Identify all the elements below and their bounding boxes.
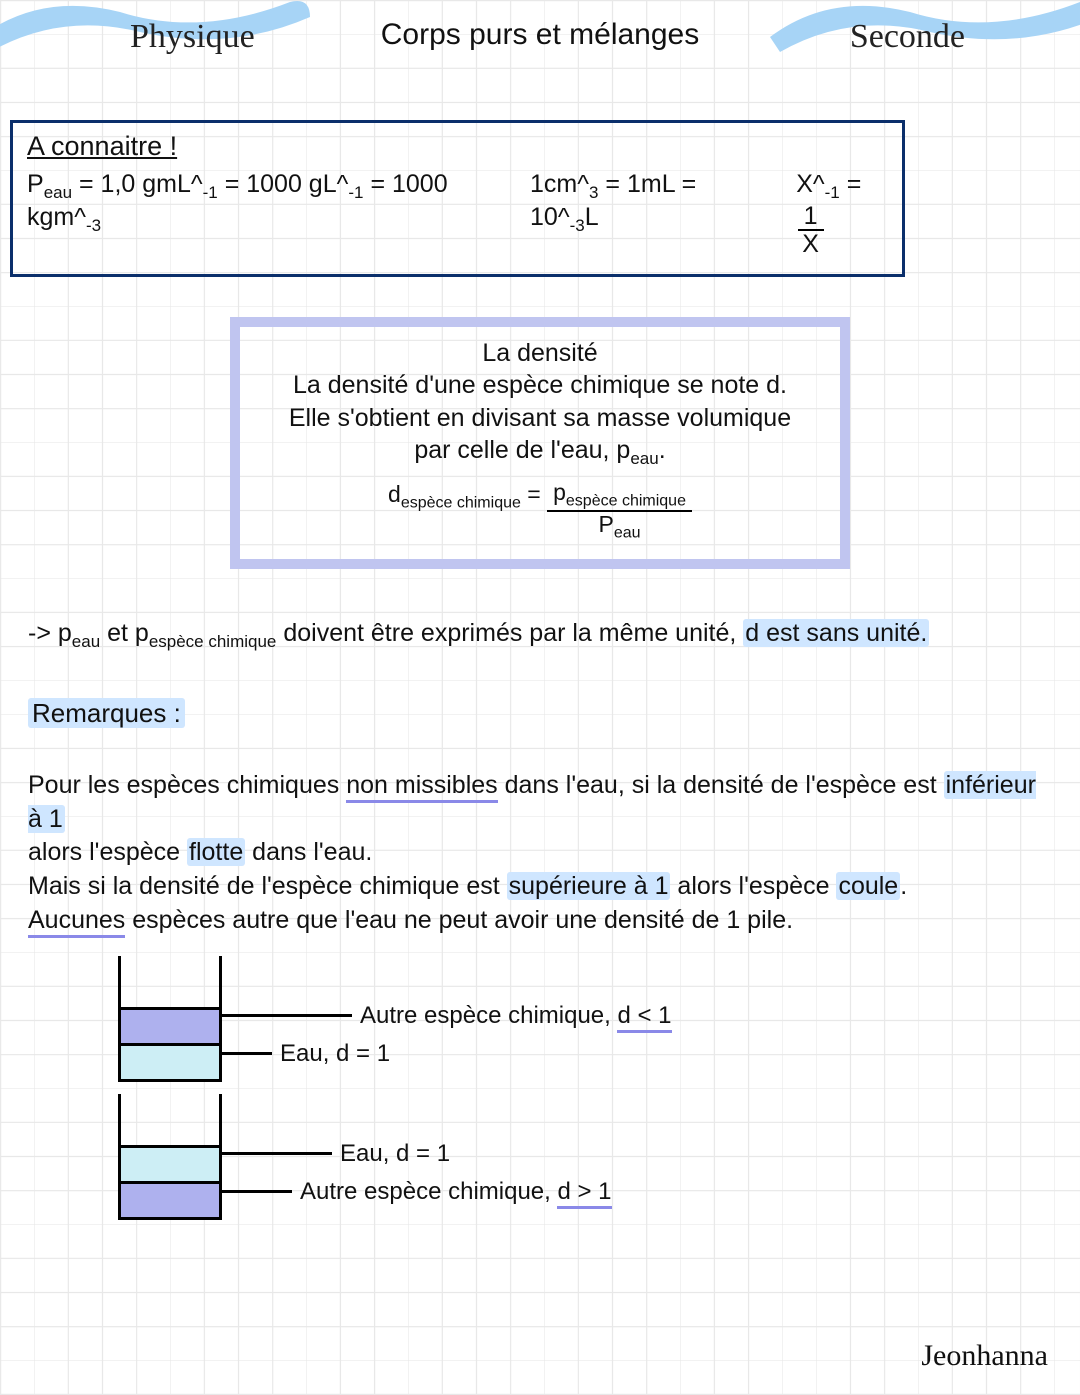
know-box: A connaitre ! Peau = 1,0 gmL^-1 = 1000 g… (10, 120, 905, 277)
beaker-diagrams: Autre espèce chimique, d < 1 Eau, d = 1 … (28, 972, 1052, 1220)
density-formula: despèce chimique = pespèce chimique Peau (258, 480, 822, 543)
volume-equation: 1cm^3 = 1mL = 10^-3L (530, 170, 750, 236)
level-label: Seconde (850, 18, 965, 56)
beaker-2: Eau, d = 1 Autre espèce chimique, d > 1 (118, 1110, 1052, 1220)
beaker-1-bottom-label: Eau, d = 1 (222, 1040, 390, 1068)
beaker-1-bottom-layer (121, 1043, 219, 1079)
highlight-no-unit: d est sans unité. (743, 619, 929, 647)
author-signature: Jeonhanna (921, 1339, 1048, 1373)
density-callout: La densité La densité d'une espèce chimi… (230, 317, 850, 569)
beaker-2-top-label: Eau, d = 1 (222, 1140, 450, 1168)
know-box-title: A connaitre ! (27, 131, 888, 162)
beaker-2-vessel (118, 1110, 222, 1220)
unit-note: -> peau et pespèce chimique doivent être… (28, 617, 1052, 654)
beaker-1: Autre espèce chimique, d < 1 Eau, d = 1 (118, 972, 1052, 1082)
beaker-1-vessel (118, 972, 222, 1082)
callout-title: La densité (258, 337, 822, 370)
inverse-equation: X^-1 = 1 X (796, 170, 888, 258)
page-header: Physique Corps purs et mélanges Seconde (0, 0, 1080, 95)
know-box-content: Peau = 1,0 gmL^-1 = 1000 gL^-1 = 1000 kg… (27, 170, 888, 258)
callout-line-1: La densité d'une espèce chimique se note… (258, 369, 822, 402)
beaker-1-top-layer (121, 1007, 219, 1043)
remarks-heading: Remarques : (28, 698, 1052, 729)
beaker-2-bottom-layer (121, 1181, 219, 1217)
beaker-1-top-label: Autre espèce chimique, d < 1 (222, 1002, 672, 1030)
callout-line-3: par celle de l'eau, peau. (258, 434, 822, 470)
beaker-2-top-layer (121, 1145, 219, 1181)
beaker-2-bottom-label: Autre espèce chimique, d > 1 (222, 1178, 612, 1206)
callout-line-2: Elle s'obtient en divisant sa masse volu… (258, 402, 822, 435)
remarks-body: Pour les espèces chimiques non missibles… (28, 769, 1052, 938)
rho-water-equation: Peau = 1,0 gmL^-1 = 1000 gL^-1 = 1000 kg… (27, 170, 484, 236)
